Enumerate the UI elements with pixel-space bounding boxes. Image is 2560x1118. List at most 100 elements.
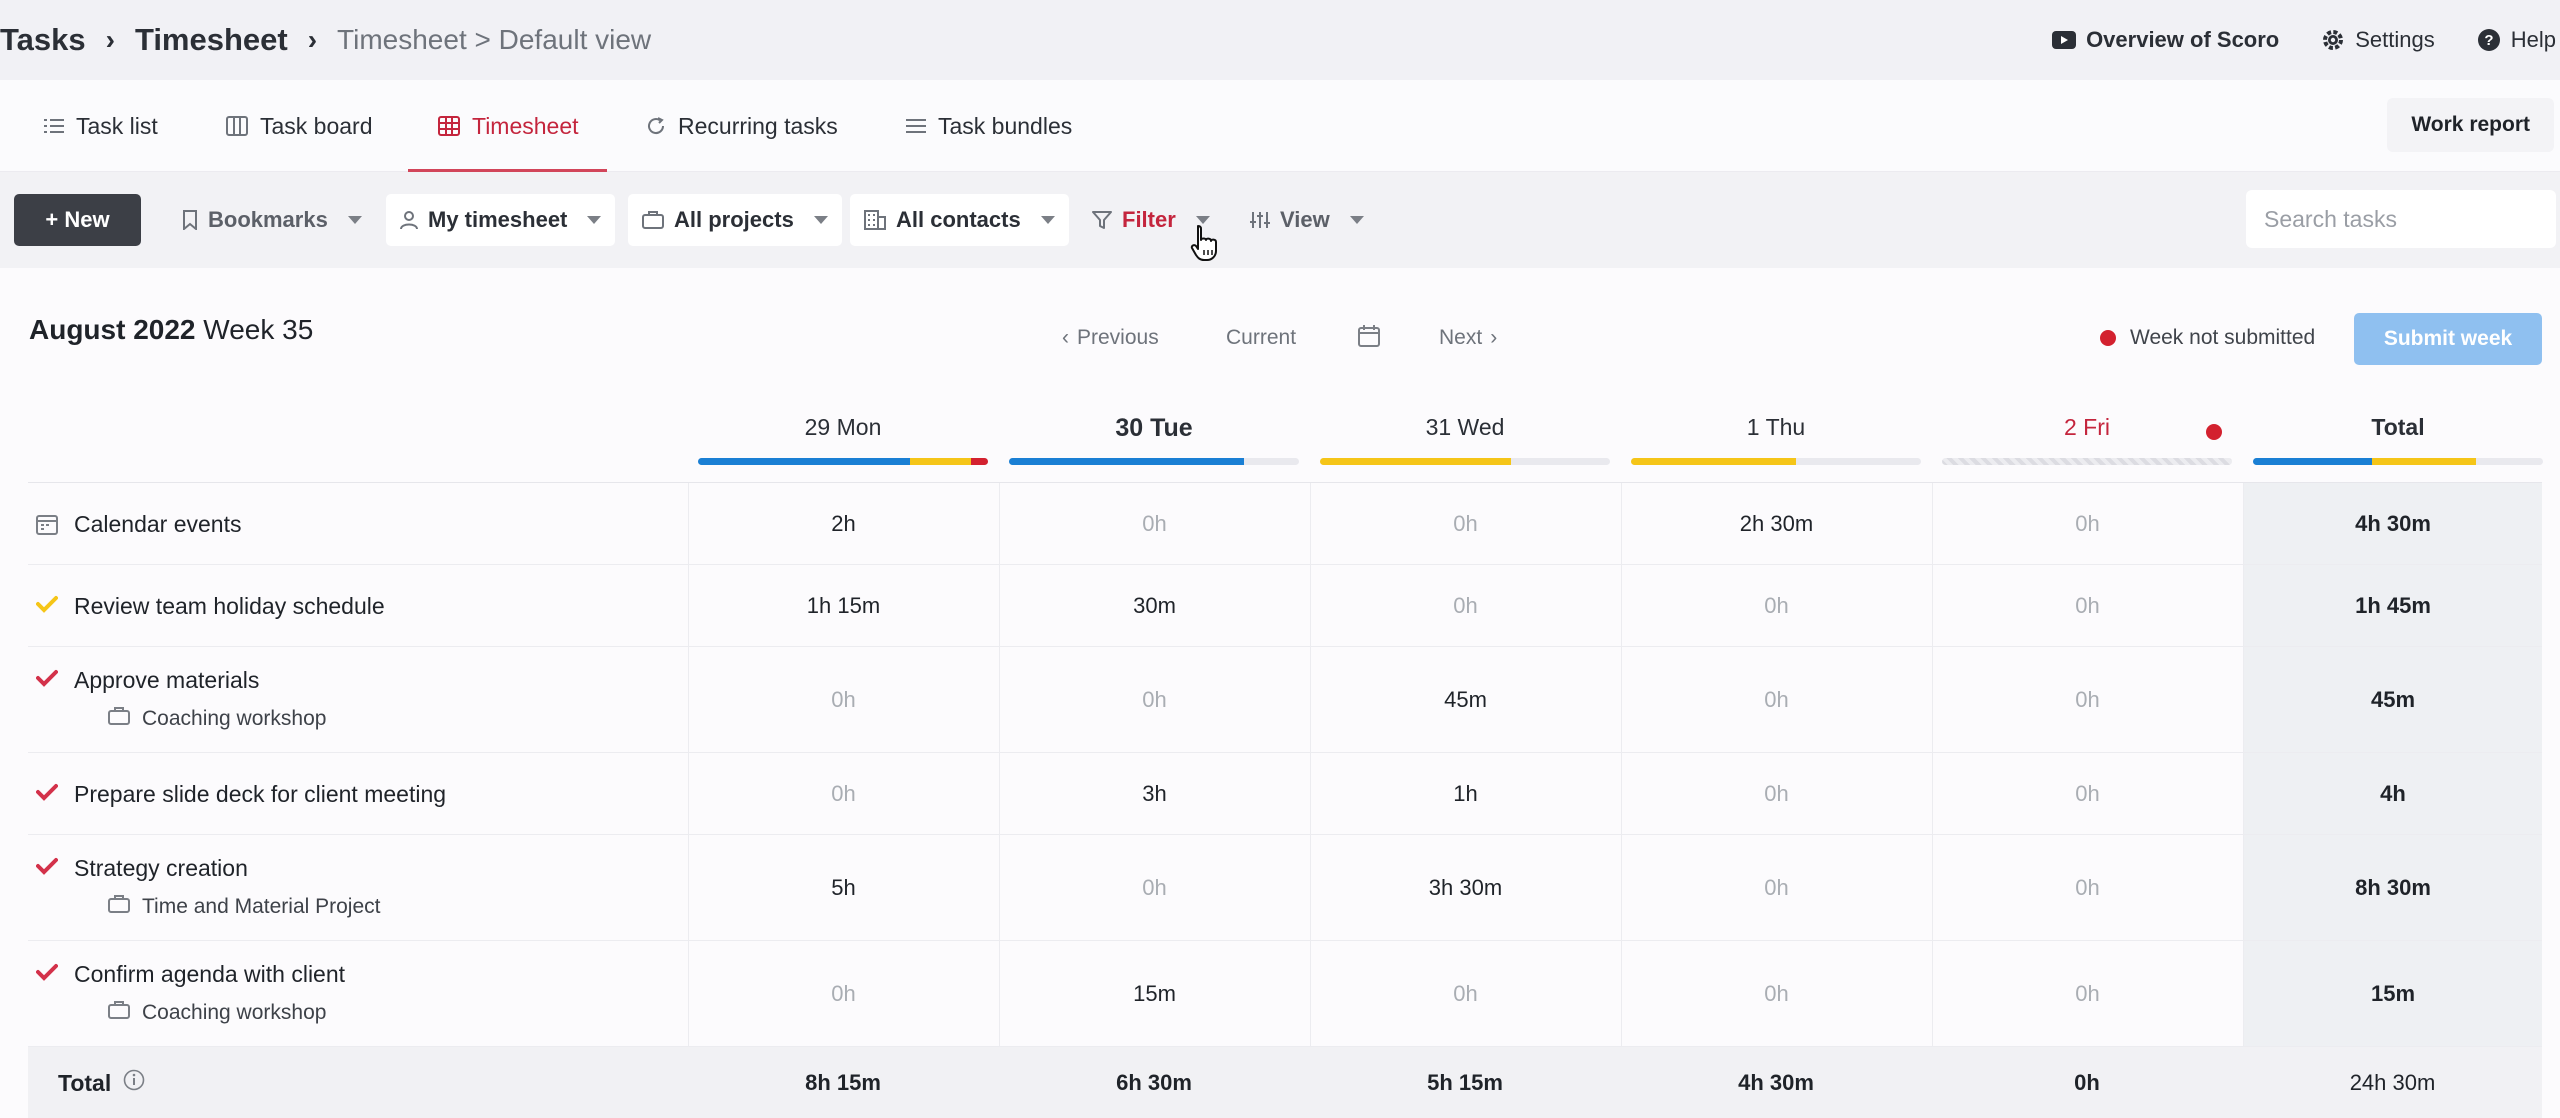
timesheet-select[interactable]: My timesheet [386,194,616,246]
task-project: Time and Material Project [108,895,380,919]
breadcrumb-view[interactable]: Timesheet > Default view [337,24,651,56]
time-cell[interactable]: 0h [688,941,998,1046]
help-link[interactable]: ? Help [2477,27,2556,53]
tab-timesheet[interactable]: Timesheet [408,80,606,172]
time-cell[interactable]: 0h [1310,483,1620,564]
time-cell[interactable]: 0h [1932,483,2242,564]
previous-button[interactable]: ‹ Previous [1062,326,1159,350]
time-cell[interactable]: 0h [1310,941,1620,1046]
projects-select[interactable]: All projects [628,194,842,246]
time-cell[interactable]: 0h [1932,753,2242,834]
day-total-cell: 5h 15m [1427,1070,1503,1095]
new-button[interactable]: + New [14,194,141,246]
time-cell[interactable]: 1h 15m [688,565,998,646]
day-progress-bar [1009,458,1299,465]
search-input[interactable] [2246,190,2556,248]
contacts-select[interactable]: All contacts [850,194,1069,246]
next-button[interactable]: Next › [1439,326,1497,350]
table-row[interactable]: Strategy creation Time and Material Proje… [28,835,2542,941]
submit-week-button[interactable]: Submit week [2354,313,2542,365]
time-cell[interactable]: 0h [999,483,1309,564]
bookmark-icon [183,210,197,230]
task-name-cell[interactable]: Prepare slide deck for client meeting [28,753,676,834]
breadcrumb-tasks[interactable]: Tasks [0,22,86,58]
progress-segment [1009,458,1244,465]
task-name[interactable]: Confirm agenda with client [74,961,345,988]
progress-segment [2371,458,2477,465]
week-header: August 2022 Week 35 ‹ Previous Current N… [0,268,2560,378]
time-cell[interactable]: 0h [1310,565,1620,646]
task-name[interactable]: Prepare slide deck for client meeting [74,781,446,808]
time-cell[interactable]: 2h 30m [1621,483,1931,564]
time-cell[interactable]: 0h [1932,565,2242,646]
time-cell[interactable]: 15m [999,941,1309,1046]
time-cell[interactable]: 0h [688,647,998,752]
table-row[interactable]: Confirm agenda with client Coaching works… [28,941,2542,1047]
time-cell[interactable]: 0h [1932,941,2242,1046]
check-red-icon [36,783,58,806]
info-icon[interactable] [123,1069,145,1097]
time-cell[interactable]: 3h 30m [1310,835,1620,940]
view-button[interactable]: View [1236,194,1378,246]
time-cell[interactable]: 0h [1621,753,1931,834]
breadcrumb-timesheet[interactable]: Timesheet [135,22,288,58]
day-label: 29 Mon [804,414,882,440]
time-cell[interactable]: 0h [1621,647,1931,752]
week-status: Week not submitted [2100,326,2315,350]
time-cell[interactable]: 0h [1621,835,1931,940]
time-cell[interactable]: 2h [688,483,998,564]
task-name[interactable]: Calendar events [74,511,242,538]
task-name-cell[interactable]: Confirm agenda with client Coaching works… [28,941,676,1046]
row-total-cell: 15m [2243,941,2542,1046]
day-total-cell: 6h 30m [1116,1070,1192,1095]
day-label: 2 Fri [2064,414,2110,440]
time-cell[interactable]: 0h [1932,647,2242,752]
task-name-cell[interactable]: Calendar events [28,483,676,564]
overview-link[interactable]: Overview of Scoro [2052,27,2279,53]
tab-task-bundles[interactable]: Task bundles [906,80,1072,172]
task-name-cell[interactable]: Approve materials Coaching workshop [28,647,676,752]
bookmarks-label: Bookmarks [208,207,328,232]
table-row[interactable]: Review team holiday schedule 1h 15m 30m 0h 0… [28,565,2542,647]
current-button[interactable]: Current [1226,326,1296,350]
time-cell[interactable]: 1h [1310,753,1620,834]
grid-icon [438,116,460,136]
task-project: Coaching workshop [108,1001,326,1025]
task-name-cell[interactable]: Review team holiday schedule [28,565,676,646]
table-row[interactable]: Prepare slide deck for client meeting 0h 3… [28,753,2542,835]
day-label: 1 Thu [1746,414,1806,440]
time-cell[interactable]: 0h [688,753,998,834]
tab-recurring-tasks[interactable]: Recurring tasks [646,80,838,172]
bookmarks-dropdown[interactable]: Bookmarks [168,194,376,246]
totals-label-text: Total [58,1069,112,1096]
time-cell[interactable]: 0h [1621,941,1931,1046]
tab-task-list[interactable]: Task list [44,80,158,172]
time-cell[interactable]: 0h [999,647,1309,752]
time-cell[interactable]: 30m [999,565,1309,646]
task-name-cell[interactable]: Strategy creation Time and Material Proje… [28,835,676,940]
chevron-left-icon: ‹ [1062,326,1069,349]
task-name[interactable]: Strategy creation [74,855,248,882]
table-row[interactable]: Approve materials Coaching workshop 0h 0h 45… [28,647,2542,753]
task-name[interactable]: Review team holiday schedule [74,593,385,620]
calendar-button[interactable] [1358,325,1380,347]
time-cell[interactable]: 5h [688,835,998,940]
filter-label: Filter [1122,207,1176,232]
briefcase-icon [108,1001,130,1025]
task-name[interactable]: Approve materials [74,667,259,694]
time-cell[interactable]: 0h [1621,565,1931,646]
user-icon [400,211,418,230]
alert-dot-icon [2206,424,2222,440]
time-cell[interactable]: 0h [1932,835,2242,940]
work-report-button[interactable]: Work report [2387,98,2554,152]
timesheet-rows: Calendar events 2h 0h 0h 2h 30m 0h 4h 30m Revie… [28,482,2542,1118]
table-row[interactable]: Calendar events 2h 0h 0h 2h 30m 0h 4h 30m [28,483,2542,565]
time-cell[interactable]: 45m [1310,647,1620,752]
day-progress-bar [1631,458,1921,465]
time-cell[interactable]: 3h [999,753,1309,834]
time-cell[interactable]: 0h [999,835,1309,940]
progress-segment [698,458,910,465]
tab-task-board[interactable]: Task board [226,80,373,172]
project-name: Coaching workshop [142,707,327,730]
settings-link[interactable]: Settings [2321,27,2435,53]
